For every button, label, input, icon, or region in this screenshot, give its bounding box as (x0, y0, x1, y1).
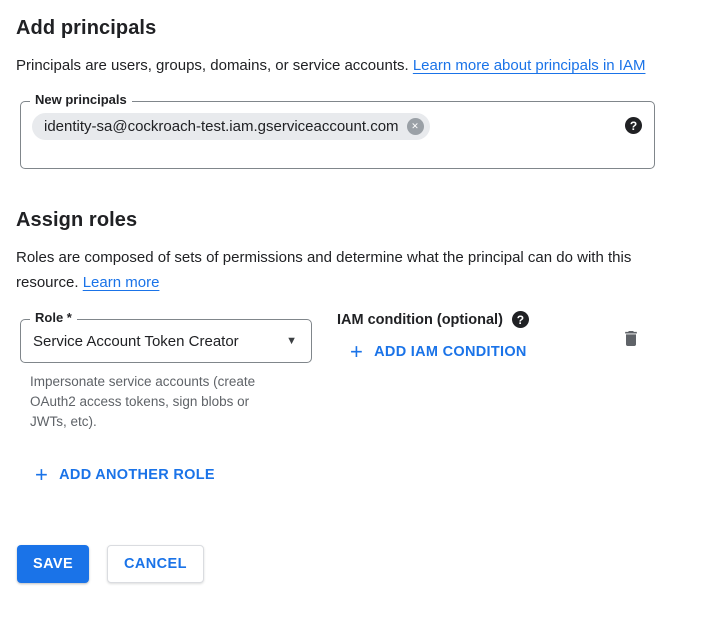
add-iam-condition-button[interactable]: + ADD IAM CONDITION (350, 343, 527, 361)
add-another-role-label: ADD ANOTHER ROLE (59, 467, 215, 483)
role-select[interactable]: Role * Service Account Token Creator ▼ (20, 319, 312, 363)
principal-chip-text: identity-sa@cockroach-test.iam.gservicea… (44, 118, 399, 135)
new-principals-field[interactable]: New principals identity-sa@cockroach-tes… (20, 101, 655, 169)
add-principals-panel: Add principals Principals are users, gro… (0, 0, 713, 629)
plus-icon: + (35, 466, 48, 484)
save-button[interactable]: SAVE (17, 545, 89, 583)
iam-condition-label: IAM condition (optional) (337, 312, 503, 328)
help-glyph: ? (630, 119, 637, 133)
new-principals-label: New principals (30, 92, 132, 107)
role-helper-text: Impersonate service accounts (create OAu… (30, 372, 280, 432)
iam-condition-column: IAM condition (optional) ? + ADD IAM CON… (337, 311, 529, 364)
trash-icon (621, 328, 641, 349)
page-title: Add principals (0, 0, 713, 40)
role-selected-value: Service Account Token Creator (33, 333, 278, 350)
chevron-down-icon: ▼ (286, 335, 297, 347)
learn-more-principals-link[interactable]: Learn more about principals in IAM (413, 57, 646, 74)
help-glyph: ? (517, 313, 524, 327)
intro-text: Principals are users, groups, domains, o… (16, 57, 413, 74)
assign-roles-paragraph: Roles are composed of sets of permission… (16, 245, 660, 295)
assign-roles-title: Assign roles (16, 209, 713, 232)
principal-chip: identity-sa@cockroach-test.iam.gservicea… (32, 113, 430, 140)
plus-icon: + (350, 343, 363, 361)
role-column: Role * Service Account Token Creator ▼ I… (20, 319, 312, 432)
cancel-button[interactable]: CANCEL (107, 545, 204, 583)
delete-role-column (621, 319, 641, 354)
add-iam-condition-label: ADD IAM CONDITION (374, 344, 527, 360)
intro-paragraph: Principals are users, groups, domains, o… (16, 53, 660, 78)
action-buttons-row: SAVE CANCEL (17, 545, 713, 583)
role-row: Role * Service Account Token Creator ▼ I… (20, 319, 713, 432)
add-another-role-button[interactable]: + ADD ANOTHER ROLE (35, 466, 215, 484)
iam-condition-label-row: IAM condition (optional) ? (337, 311, 529, 328)
role-label: Role * (30, 310, 77, 325)
chip-remove-glyph: ✕ (411, 121, 419, 132)
new-principals-help-icon[interactable]: ? (625, 117, 642, 134)
iam-condition-help-icon[interactable]: ? (512, 311, 529, 328)
chip-remove-icon[interactable]: ✕ (407, 118, 424, 135)
delete-role-button[interactable] (621, 328, 641, 349)
learn-more-roles-link[interactable]: Learn more (83, 274, 160, 291)
